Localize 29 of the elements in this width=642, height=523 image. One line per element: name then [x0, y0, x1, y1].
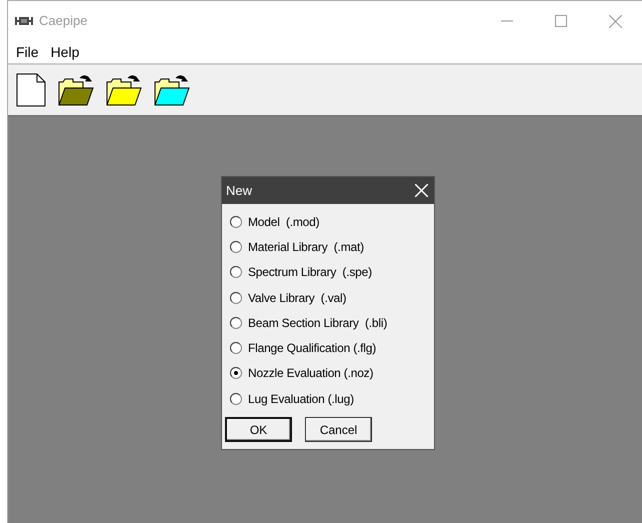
- radio-label[interactable]: Valve Library (.val): [248, 288, 346, 307]
- radio-label[interactable]: Nozzle Evaluation (.noz): [248, 364, 374, 382]
- cancel-button[interactable]: Cancel: [305, 417, 372, 442]
- dialog-title: New: [226, 182, 252, 200]
- window-title: Caepipe: [39, 12, 88, 30]
- radio-label[interactable]: Spectrum Library (.spe): [248, 263, 372, 282]
- radio-label[interactable]: Model (.mod): [248, 212, 320, 231]
- menu-item[interactable]: Help: [44, 42, 86, 62]
- radio-button[interactable]: [230, 392, 242, 405]
- radio-button[interactable]: [230, 216, 242, 228]
- new-document-icon[interactable]: [16, 73, 46, 107]
- radio-button[interactable]: [230, 240, 242, 253]
- radio-button[interactable]: [230, 266, 242, 278]
- menu-item[interactable]: File: [10, 42, 45, 62]
- folder-icon[interactable]: [58, 74, 94, 106]
- maximize-icon[interactable]: [555, 15, 567, 27]
- folder-icon[interactable]: [106, 74, 142, 106]
- folder-icon[interactable]: [154, 74, 190, 106]
- radio-button[interactable]: [230, 316, 242, 329]
- radio-label[interactable]: Material Library (.mat): [248, 238, 364, 256]
- radio-label[interactable]: Flange Qualification (.flg): [248, 339, 376, 358]
- minimize-icon[interactable]: [501, 20, 513, 22]
- radio-button[interactable]: [230, 342, 242, 354]
- app-icon: [15, 16, 33, 26]
- radio-button[interactable]: [230, 292, 242, 304]
- radio-label[interactable]: Beam Section Library (.bli): [248, 314, 388, 332]
- ok-button[interactable]: OK: [225, 417, 292, 442]
- radio-label[interactable]: Lug Evaluation (.lug): [248, 390, 354, 408]
- radio-button[interactable]: [230, 367, 242, 380]
